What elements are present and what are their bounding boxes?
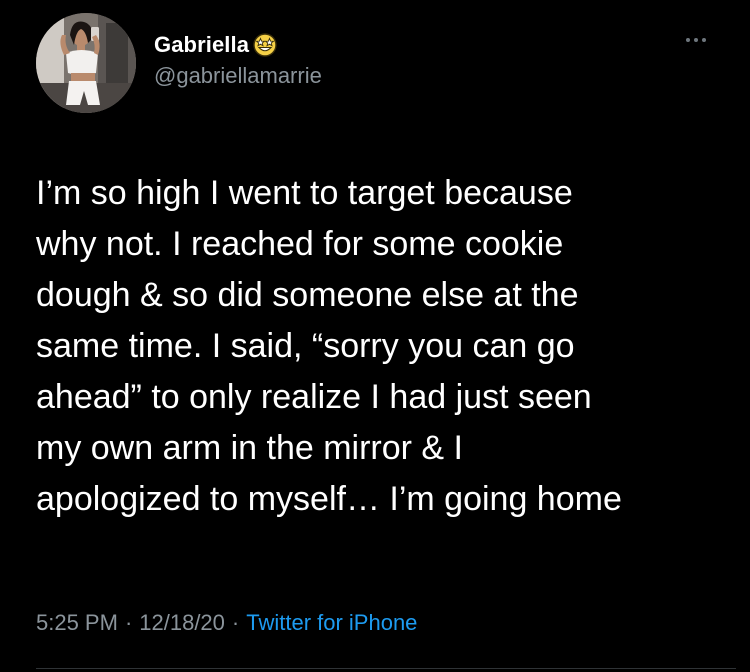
star-struck-emoji-icon [252, 32, 278, 58]
author-name-row[interactable]: Gabriella [154, 30, 278, 60]
tweet-source-link[interactable]: Twitter for iPhone [246, 610, 417, 636]
tweet-text-line: why not. I reached for some cookie [36, 225, 564, 263]
divider [36, 668, 736, 669]
tweet-text-line: dough & so did someone else at the [36, 276, 579, 314]
display-name[interactable]: Gabriella [154, 32, 249, 58]
more-options-dot [686, 38, 690, 42]
tweet-time[interactable]: 5:25 PM [36, 610, 118, 636]
tweet-metadata: 5:25 PM · 12/18/20 · Twitter for iPhone [36, 610, 417, 636]
profile-photo-icon [36, 13, 136, 113]
more-options-button[interactable] [676, 30, 716, 50]
tweet-card: Gabriella @gabriellamarrie I’m so high I… [0, 0, 750, 672]
tweet-text-line: I’m so high I went to target because [36, 174, 573, 212]
meta-separator: · [231, 610, 240, 635]
tweet-text-line: my own arm in the mirror & I [36, 429, 463, 467]
tweet-text-line: ahead” to only realize I had just seen [36, 378, 592, 416]
more-options-dot [694, 38, 698, 42]
avatar[interactable] [36, 13, 136, 113]
author-handle[interactable]: @gabriellamarrie [154, 63, 322, 89]
tweet-text: I’m so high I went to target because why… [36, 168, 736, 525]
meta-separator: · [124, 610, 133, 635]
tweet-text-line: apologized to myself… I’m going home [36, 480, 622, 518]
more-options-dot [702, 38, 706, 42]
tweet-date[interactable]: 12/18/20 [139, 610, 225, 636]
tweet-text-line: same time. I said, “sorry you can go [36, 327, 575, 365]
